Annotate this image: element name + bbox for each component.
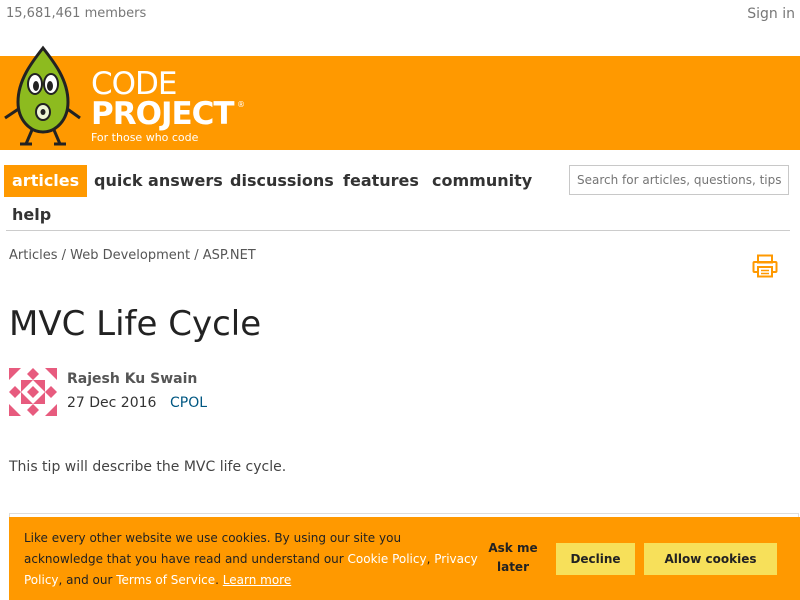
nav-features[interactable]: features — [335, 165, 427, 197]
avatar[interactable] — [9, 368, 57, 416]
cookie-policy-link[interactable]: Cookie Policy — [348, 552, 427, 566]
cookie-banner: Like every other website we use cookies.… — [9, 517, 800, 600]
print-icon[interactable] — [752, 254, 778, 278]
publish-date: 27 Dec 2016 — [67, 395, 157, 411]
ask-me-later-button[interactable]: Ask me later — [485, 539, 541, 577]
license-link[interactable]: CPOL — [170, 395, 207, 411]
cookie-text-separator: . — [215, 573, 223, 587]
logo-tagline: For those who code — [91, 131, 199, 144]
page-title: MVC Life Cycle — [9, 304, 262, 344]
logo-registered-mark: ® — [237, 100, 245, 109]
mascot-logo-icon[interactable] — [2, 44, 84, 148]
nav-divider — [6, 230, 790, 231]
nav-community[interactable]: community — [424, 165, 540, 197]
cookie-text-part: Like every other website we use cookies.… — [24, 531, 402, 566]
site-banner: CODE PROJECT ® For those who code — [0, 45, 800, 150]
top-bar: 15,681,461 members Sign in — [0, 0, 800, 30]
search-input[interactable] — [569, 165, 789, 195]
nav-quick-answers[interactable]: quick answers — [86, 165, 231, 197]
learn-more-link[interactable]: Learn more — [223, 573, 291, 587]
cookie-message: Like every other website we use cookies.… — [24, 528, 479, 591]
member-count: 15,681,461 members — [6, 6, 147, 21]
author-name[interactable]: Rajesh Ku Swain — [67, 371, 197, 387]
sign-in-link[interactable]: Sign in — [747, 6, 795, 22]
nav-help[interactable]: help — [4, 199, 59, 231]
decline-cookies-button[interactable]: Decline — [556, 543, 635, 575]
cookie-text-part: , and our — [58, 573, 117, 587]
article-summary: This tip will describe the MVC life cycl… — [9, 459, 287, 475]
breadcrumb[interactable]: Articles / Web Development / ASP.NET — [9, 248, 256, 263]
logo-project-text[interactable]: PROJECT — [91, 96, 235, 132]
allow-cookies-button[interactable]: Allow cookies — [644, 543, 777, 575]
nav-articles[interactable]: articles — [4, 165, 88, 197]
terms-of-service-link[interactable]: Terms of Service — [116, 573, 215, 587]
nav-discussions[interactable]: discussions — [222, 165, 342, 197]
main-nav: articles quick answers discussions featu… — [0, 150, 800, 232]
